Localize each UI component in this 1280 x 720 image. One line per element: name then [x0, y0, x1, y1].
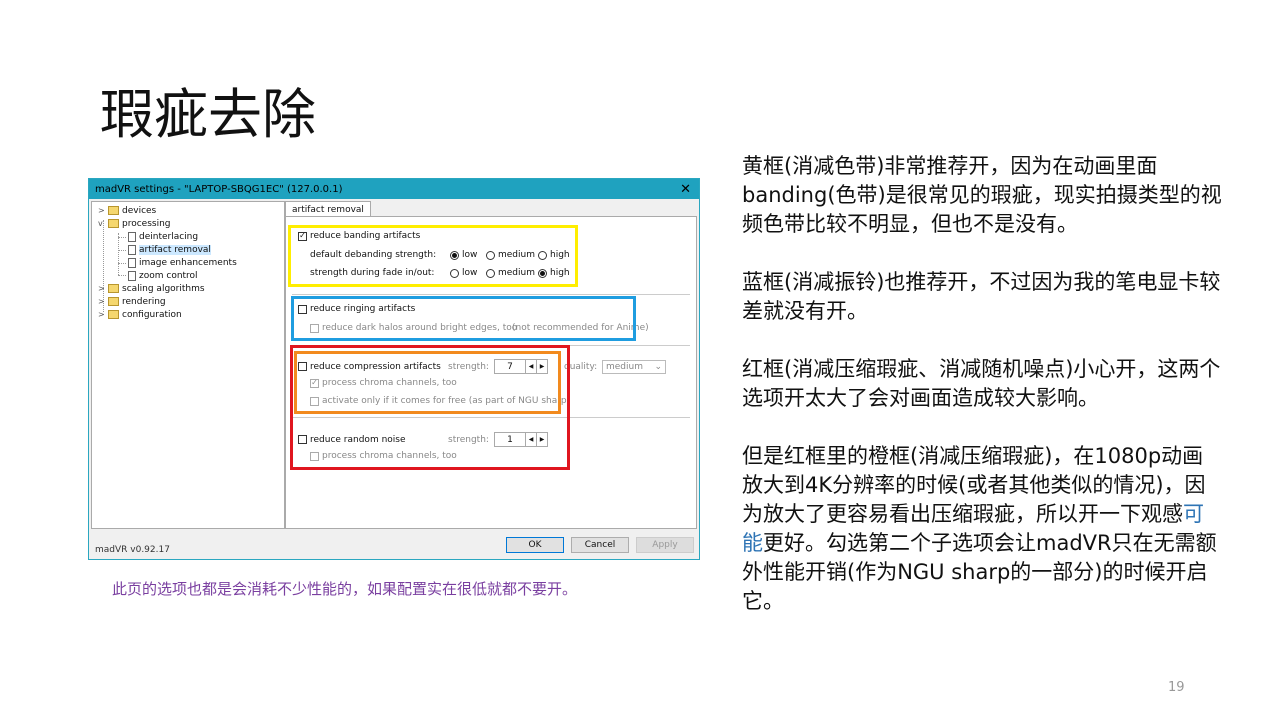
slide-title: 瑕疵去除 — [100, 83, 316, 146]
chevron-right-icon[interactable]: > — [98, 206, 108, 215]
page-icon — [128, 270, 136, 281]
orange-highlight-frame — [294, 351, 561, 414]
folder-icon — [108, 206, 119, 215]
page-icon — [128, 257, 136, 268]
yellow-highlight-frame — [288, 225, 578, 287]
cancel-button[interactable]: Cancel — [571, 537, 629, 553]
explanation-orange: 但是红框里的橙框(消减压缩瑕疵)，在1080p动画放大到4K分辨率的时候(或者其… — [742, 444, 1217, 613]
ok-button[interactable]: OK — [506, 537, 564, 553]
folder-icon — [108, 310, 119, 319]
tree-item-devices[interactable]: > devices — [98, 204, 156, 217]
folder-icon — [108, 219, 119, 228]
tree-item-deinterlacing[interactable]: deinterlacing — [128, 230, 198, 243]
version-label: madVR v0.92.17 — [95, 545, 170, 555]
page-icon — [128, 244, 136, 255]
tree-item-configuration[interactable]: > configuration — [98, 308, 182, 321]
dialog-titlebar[interactable]: madVR settings - "LAPTOP-SBQG1EC" (127.0… — [89, 179, 699, 199]
tree-item-scaling-algorithms[interactable]: > scaling algorithms — [98, 282, 205, 295]
close-icon[interactable]: ✕ — [680, 182, 691, 197]
tree-item-image-enhancements[interactable]: image enhancements — [128, 256, 237, 269]
tree-item-rendering[interactable]: > rendering — [98, 295, 166, 308]
explanation-text: 黄框(消减色带)非常推荐开，因为在动画里面banding(色带)是很常见的瑕疵，… — [742, 152, 1222, 645]
page-number: 19 — [1168, 680, 1185, 695]
dialog-title: madVR settings - "LAPTOP-SBQG1EC" (127.0… — [95, 183, 343, 195]
chevron-right-icon[interactable]: > — [98, 297, 108, 306]
explanation-red: 红框(消减压缩瑕疵、消减随机噪点)小心开，这两个选项开太大了会对画面造成较大影响… — [742, 357, 1221, 410]
tree-item-processing[interactable]: v processing — [98, 217, 171, 230]
folder-icon — [108, 284, 119, 293]
apply-button[interactable]: Apply — [636, 537, 694, 553]
chevron-down-icon: ⌄ — [654, 361, 662, 372]
chevron-right-icon[interactable]: > — [98, 284, 108, 293]
page-icon — [128, 231, 136, 242]
tree-item-zoom-control[interactable]: zoom control — [128, 269, 198, 282]
separator — [292, 294, 690, 295]
bottom-note: 此页的选项也都是会消耗不少性能的，如果配置实在很低就都不要开。 — [112, 580, 578, 598]
settings-tree: > devices v processing deinterlacing artif… — [91, 201, 285, 529]
chevron-right-icon[interactable]: > — [98, 310, 108, 319]
blue-highlight-frame — [291, 296, 636, 341]
tree-item-artifact-removal[interactable]: artifact removal — [128, 243, 211, 256]
explanation-blue: 蓝框(消减振铃)也推荐开，不过因为我的笔电显卡较差就没有开。 — [742, 270, 1221, 323]
folder-icon — [108, 297, 119, 306]
quality-select[interactable]: medium ⌄ — [602, 359, 666, 374]
explanation-yellow: 黄框(消减色带)非常推荐开，因为在动画里面banding(色带)是很常见的瑕疵，… — [742, 154, 1222, 236]
chevron-down-icon[interactable]: v — [98, 219, 108, 228]
